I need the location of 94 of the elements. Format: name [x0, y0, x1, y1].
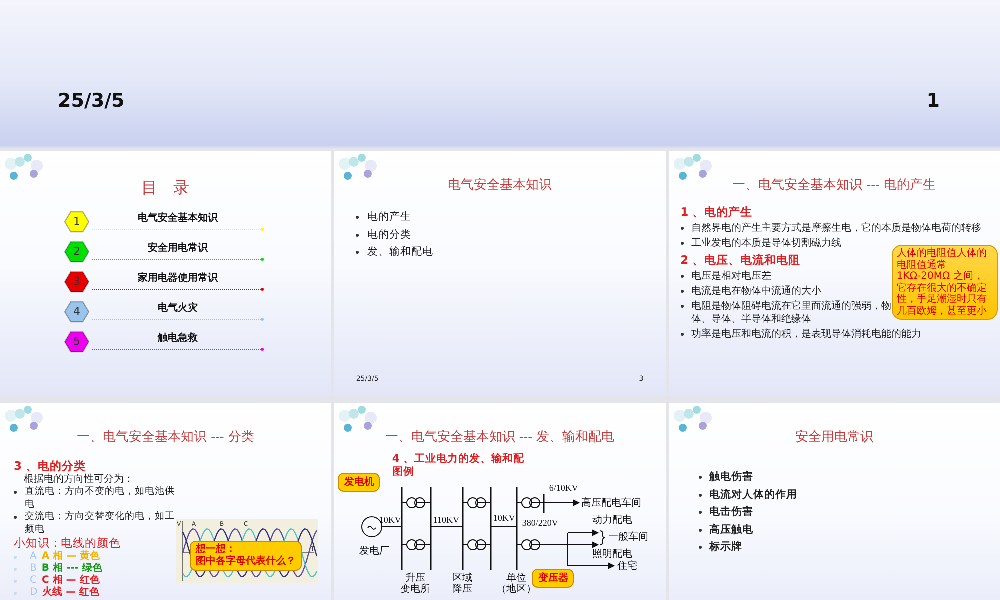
diagram-label: 高压配电车间 — [581, 498, 642, 510]
station-label: 区域 降压 — [452, 573, 472, 596]
slide-title: 目 录 — [142, 179, 190, 197]
bullet-text: 电的产生 — [367, 211, 412, 225]
bullet-icon — [698, 511, 702, 514]
bullet-icon — [356, 251, 360, 254]
slide-thumbnail[interactable]: 安全用电常识 触电伤害 电流对人体的作用 电击伤害 高压触电 标示牌 — [668, 403, 1000, 600]
number-badge: 5 — [64, 330, 90, 353]
diagram-label: 住宅 — [617, 561, 638, 572]
bullet-icon — [680, 275, 684, 278]
toc-item[interactable]: 家用电器使用常识 — [138, 272, 218, 286]
wire-letter: A — [30, 551, 37, 564]
tip-heading: 小知识 : 电线的颜色 — [14, 536, 122, 550]
bullet-icon — [14, 491, 17, 494]
bullet-text: 电压是相对电压差 — [692, 270, 772, 284]
slide-title: 一、电气安全基本知识 --- 分类 — [76, 431, 254, 446]
bullet-icon — [14, 580, 17, 583]
bullet-text: 功率是电压和电流的积，是表现导体消耗电能的能力 — [692, 328, 922, 342]
section-heading: 4 、工业电力的发、输和配 图例 — [392, 453, 524, 480]
number-badge: 3 — [64, 270, 90, 293]
wire-color-text: C 相 — 红色 — [42, 575, 100, 586]
bullet-text: 发、输和配电 — [367, 246, 434, 260]
end-dot — [261, 258, 264, 262]
wire-color-text: A 相 — 黄色 — [42, 551, 100, 562]
header-date: 25/3/5 — [58, 90, 125, 112]
bullet-icon — [680, 242, 684, 246]
bullet-icon — [680, 227, 684, 230]
callout-note: 人体的电阻值人体的电阻值通常 1KΩ-20MΩ 之间，它存在很大的不确定性，手足潮湿时只有几百欧姆，甚至更小 — [892, 245, 998, 320]
diagram-label: 发电厂 — [359, 546, 390, 558]
diagram-label: 一般车间 — [608, 532, 648, 544]
bullet-text: 工业发电的本质是导体切割磁力线 — [692, 237, 842, 250]
bullet-text: 直流电：方向不变的电，如电池供 电 — [25, 486, 175, 511]
section-heading: 2 、电压、电流和电阻 — [680, 253, 801, 268]
number-badge: 4 — [64, 300, 90, 323]
diagram-label: 10KV — [379, 515, 402, 526]
bullet-icon — [14, 556, 17, 559]
callout-note: 想一想： 图中各字母代表什么？ — [190, 541, 302, 572]
bullet-icon — [356, 216, 360, 220]
toc-item[interactable]: 电气火灾 — [158, 302, 198, 316]
section-heading: 1 、电的产生 — [680, 205, 753, 220]
bullet-text: 电阻是物体阻碍电流在它里面流通的强弱，物 体、导体、半导体和绝缘体 — [692, 300, 892, 326]
slide-thumbnail[interactable] — [668, 151, 1000, 396]
bullet-text: 电击伤害 — [710, 506, 754, 520]
wire-letter: D — [30, 587, 38, 600]
diagram-label: 6/10KV — [549, 483, 578, 494]
bullet-icon — [356, 234, 360, 237]
slide-title: 电气安全基本知识 — [448, 179, 552, 194]
end-dot — [261, 288, 264, 292]
wire-letter: B — [30, 563, 37, 576]
number-badge: 1 — [64, 210, 90, 233]
bullet-text: 电流是电在物体中流通的大小 — [692, 285, 822, 298]
toc-item[interactable]: 电气安全基本知识 — [138, 212, 218, 226]
diagram-label: 动力配电 — [592, 515, 632, 526]
diagram-label: 照明配电 — [592, 549, 632, 560]
end-dot — [261, 348, 264, 352]
slide-title: 一、电气安全基本知识 --- 电的产生 — [732, 179, 936, 194]
intro-text: 根据电的方向性可分为： — [23, 474, 134, 486]
slide-title: 安全用电常识 — [795, 431, 874, 446]
diagram-label: 10KV — [493, 513, 516, 524]
toc-item[interactable]: 安全用电常识 — [148, 242, 208, 256]
bullet-icon — [680, 333, 684, 336]
bullet-icon — [680, 290, 684, 294]
bullet-text: 标示牌 — [710, 541, 743, 555]
slide-title: 一、电气安全基本知识 --- 发、输和配电 — [385, 431, 615, 446]
station-label: 升压 变电所 — [400, 573, 430, 596]
wire-color-text: 火线 — 红色 — [42, 587, 100, 600]
end-dot — [261, 228, 264, 232]
page-number: 1 — [926, 90, 940, 112]
bullet-icon — [698, 546, 702, 550]
bullet-icon — [680, 305, 684, 308]
bullet-text: 触电伤害 — [710, 471, 754, 485]
bullet-text: 电流对人体的作用 — [710, 488, 798, 502]
bullet-icon — [14, 568, 17, 571]
number-badge: 2 — [64, 240, 90, 263]
wire-color-text: B 相 --- 绿色 — [42, 563, 102, 574]
bullet-text: 电的分类 — [367, 228, 412, 242]
section-heading: 3 、电的分类 — [14, 459, 86, 474]
bullet-icon — [14, 592, 17, 595]
bullet-icon — [698, 494, 702, 497]
toc-item[interactable]: 触电急救 — [158, 332, 198, 346]
bullet-icon — [14, 516, 17, 520]
end-dot — [261, 318, 264, 322]
slide-thumbnail[interactable]: 一、电气安全基本知识 --- 发、输和配电 4 、工业电力的发、输和配 图例 6/10KV 高压配电车间 10KV 110KV 10KV 380/220V 动力配电 一般车间 发电厂 照明配电 住宅 升压 变电所 区域 降压 单位 （地区） 发电机 变压器 — [334, 403, 666, 600]
bullet-icon — [698, 528, 702, 532]
bullet-text: 交流电：方向交替变化的电，如工 频电 — [25, 511, 175, 536]
callout-note: 变压器 — [532, 569, 574, 588]
wire-letter: C — [30, 575, 37, 588]
diagram-label: 380/220V — [522, 518, 558, 530]
diagram-label: 110KV — [433, 515, 460, 526]
bullet-icon — [698, 476, 702, 480]
bullet-text: 自然界电的产生主要方式是摩擦生电，它的本质是物体电荷的转移 — [692, 222, 982, 236]
slide-thumbnail[interactable]: 目 录 1 电气安全基本知识 2 安全用电常识 3 家用电器使用常识 4 电气火灾 5 触电急救 — [0, 151, 332, 396]
bullet-text: 高压触电 — [710, 524, 754, 538]
callout-note: 发电机 — [338, 473, 380, 492]
